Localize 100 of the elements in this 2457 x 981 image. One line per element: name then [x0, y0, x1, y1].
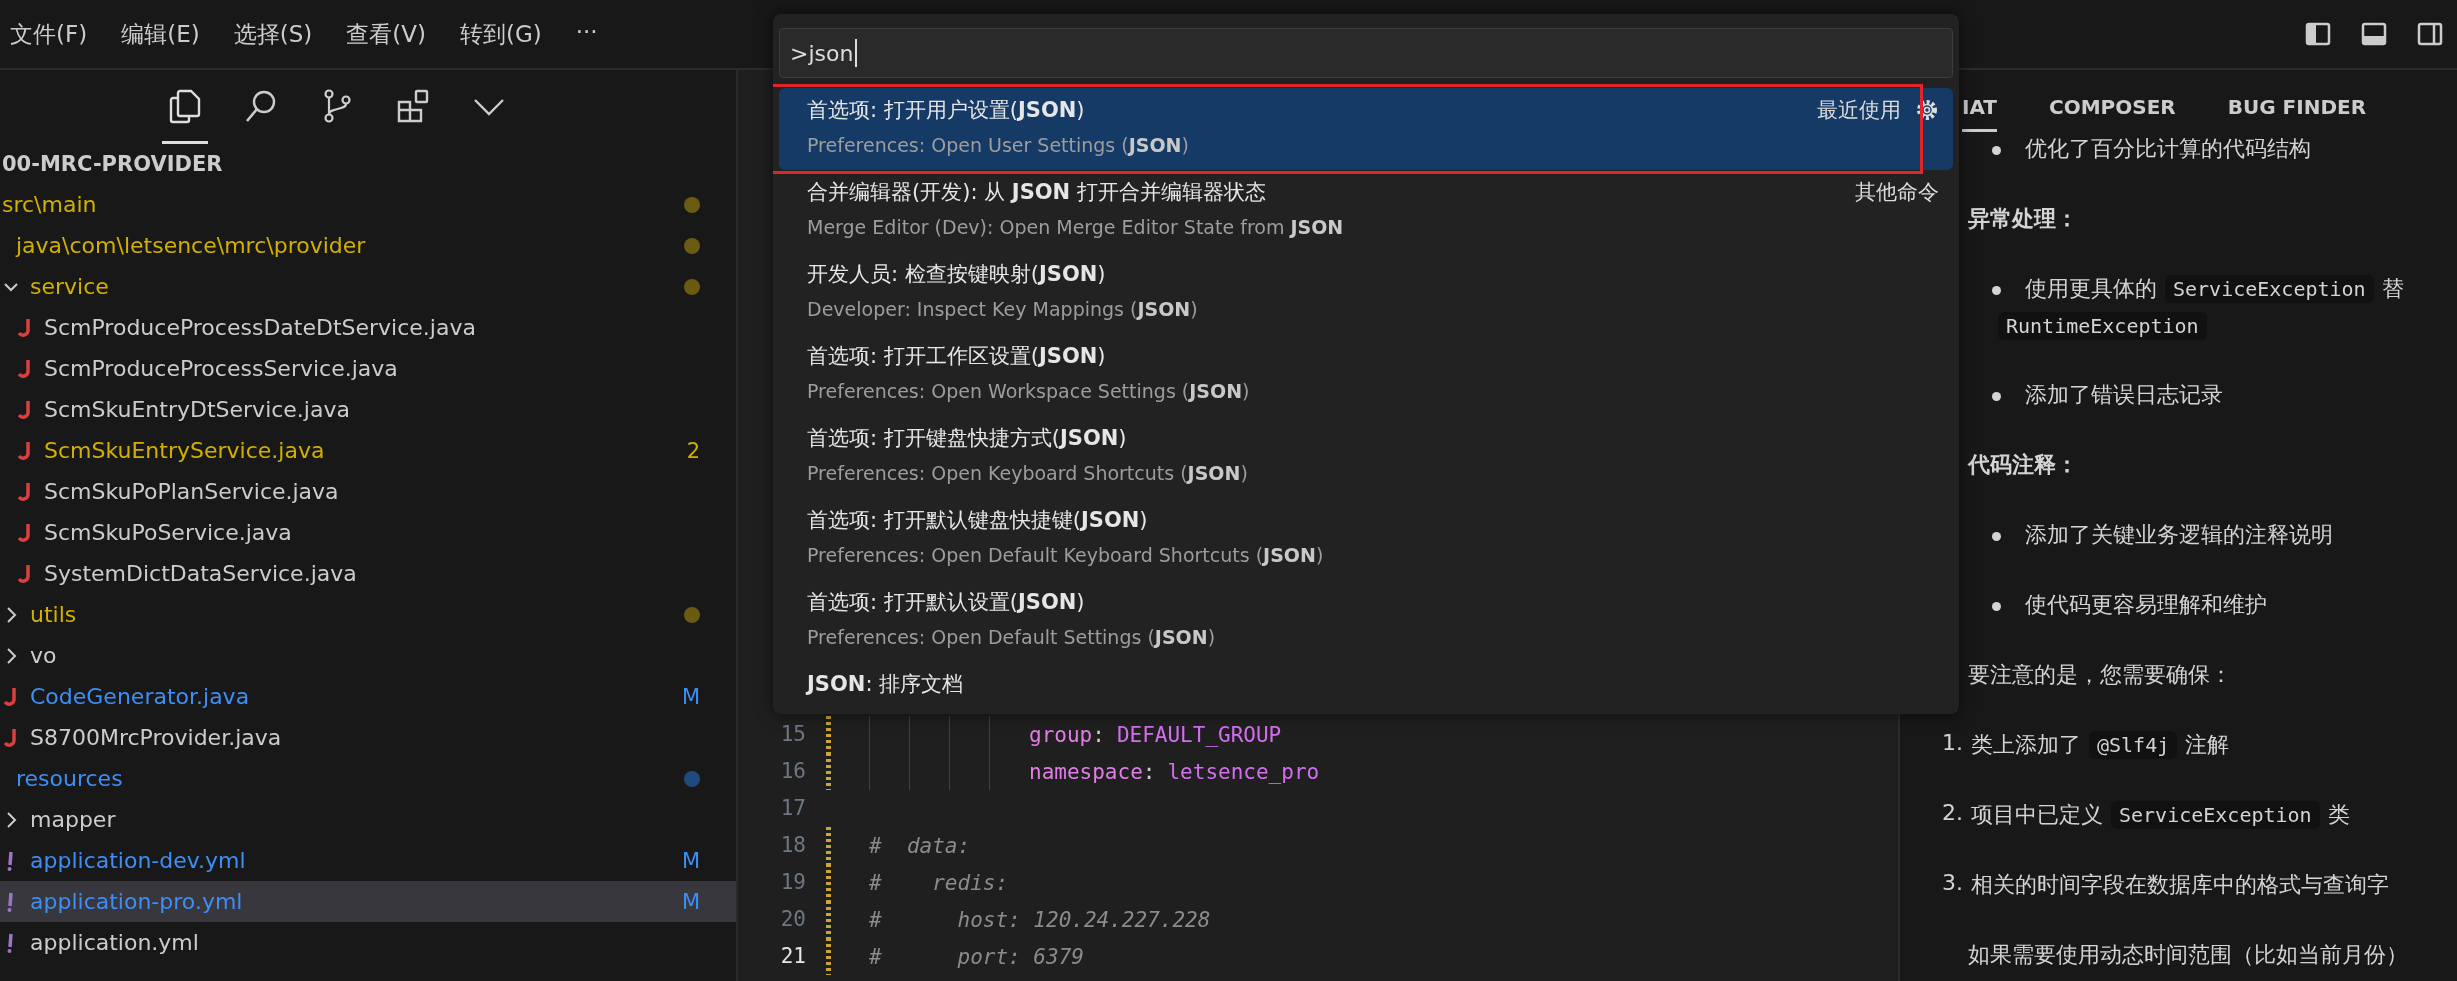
panel-toggle-icon[interactable]	[2361, 21, 2387, 47]
command-item[interactable]: 开发人员: 检查按键映射(JSON) Developer: Inspect Key Mappings (JSON)	[779, 252, 1953, 334]
tree-item[interactable]: ScmSkuPoService.java	[0, 512, 736, 553]
java-file-icon	[4, 685, 18, 708]
bullet-icon	[1992, 392, 2001, 401]
tree-item[interactable]: application.yml	[0, 922, 736, 963]
tree-item[interactable]: ScmSkuEntryService.java 2	[0, 430, 736, 471]
command-title: 首选项: 打开工作区设置(JSON)	[807, 343, 1107, 370]
status-dot	[684, 770, 700, 787]
inline-code: @Slf4j	[2089, 731, 2178, 759]
tree-item[interactable]: mapper	[0, 799, 736, 840]
tree-item[interactable]: resources	[0, 758, 736, 799]
line-number: 21	[779, 943, 806, 970]
folder-name: utils	[30, 602, 77, 627]
folder-name: resources	[16, 766, 123, 791]
command-title: JSON: 排序文档	[807, 671, 965, 698]
chat-text: 添加了关键业务逻辑的注释说明	[2025, 521, 2333, 549]
java-file-icon	[4, 726, 18, 749]
command-item[interactable]: 合并编辑器(开发): 从 JSON 打开合并编辑器状态 其他命令 Merge Editor (Dev): Open Merge Editor State from JSON	[779, 170, 1953, 252]
tree-item[interactable]: ScmSkuEntryDtService.java	[0, 389, 736, 430]
command-title: 开发人员: 检查按键映射(JSON)	[807, 261, 1107, 288]
tree-item[interactable]: ScmSkuPoPlanService.java	[0, 471, 736, 512]
tree-item[interactable]: java\com\letsence\mrc\provider	[0, 225, 736, 266]
tree-item[interactable]: utils	[0, 594, 736, 635]
line-number: 20	[779, 906, 806, 933]
tree-item[interactable]: src\main	[0, 184, 736, 225]
java-file-icon	[18, 398, 32, 421]
line-number: 18	[779, 832, 806, 859]
folder-name: src\main	[2, 192, 97, 217]
java-file-icon	[18, 357, 32, 380]
inline-code: RuntimeException	[1998, 312, 2207, 340]
code-comment: # redis:	[869, 870, 1009, 895]
files-icon	[168, 87, 202, 124]
chat-text: 类	[2327, 801, 2350, 829]
command-title: 首选项: 打开默认键盘快捷键(JSON)	[807, 507, 1149, 534]
list-number: 2.	[1942, 800, 1963, 825]
command-title: 首选项: 打开键盘快捷方式(JSON)	[807, 425, 1128, 452]
command-title: 首选项: 打开用户设置(JSON)	[807, 97, 1086, 124]
command-subtitle: Developer: Inspect Key Mappings (JSON)	[806, 297, 1199, 322]
file-name: application.yml	[30, 930, 199, 955]
chat-text: 类上添加了	[1971, 731, 2081, 759]
command-group-label: 其他命令	[1855, 179, 1939, 206]
chat-text: 注解	[2185, 731, 2230, 759]
tree-item[interactable]: CodeGenerator.java M	[0, 676, 736, 717]
command-item[interactable]: 首选项: 打开默认键盘快捷键(JSON) Preferences: Open Default Keyboard Shortcuts (JSON)	[779, 498, 1953, 580]
git-status-label: M	[681, 889, 700, 914]
file-name: ScmProduceProcessService.java	[44, 356, 398, 381]
chat-tab[interactable]: IAT	[1962, 80, 1997, 132]
tree-item[interactable]: application-dev.yml M	[0, 840, 736, 881]
menu-item[interactable]: 查看(V)	[346, 18, 426, 50]
menu-item[interactable]: 编辑(E)	[121, 18, 200, 50]
tree-item[interactable]: ScmProduceProcessService.java	[0, 348, 736, 389]
line-number: 16	[779, 758, 806, 785]
code-comment: # data:	[869, 833, 971, 858]
gear-icon[interactable]	[1915, 98, 1939, 122]
file-name: ScmSkuPoService.java	[44, 520, 292, 545]
status-dot	[684, 606, 700, 623]
code-key: group	[1029, 722, 1093, 747]
menu-item[interactable]: 文件(F)	[10, 18, 88, 50]
git-status-label: 2	[686, 438, 700, 463]
java-file-icon	[18, 521, 32, 544]
bullet-icon	[1992, 146, 2001, 155]
sidebar-toggle-icon[interactable]	[2305, 21, 2331, 47]
section-heading: 代码注释：	[1968, 451, 2078, 479]
chat-tab[interactable]: BUG FINDER	[2227, 80, 2367, 132]
extensions-icon	[396, 87, 430, 124]
command-item[interactable]: 首选项: 打开默认设置(JSON) Preferences: Open Default Settings (JSON)	[779, 580, 1953, 662]
explorer-title: 00-MRC-PROVIDER	[1, 151, 224, 178]
chat-tab[interactable]: COMPOSER	[2049, 80, 2176, 132]
java-file-icon	[18, 480, 32, 503]
command-subtitle: Preferences: Open Keyboard Shortcuts (JSON)	[806, 461, 1249, 486]
menu-item[interactable]: 选择(S)	[233, 18, 313, 50]
command-item[interactable]: 首选项: 打开键盘快捷方式(JSON) Preferences: Open Keyboard Shortcuts (JSON)	[779, 416, 1953, 498]
chat-text: 如果需要使用动态时间范围（比如当前月份）	[1968, 941, 2408, 969]
menu-item[interactable]: 转到(G)	[459, 18, 542, 50]
bullet-icon	[1992, 286, 2001, 295]
command-group-label: 最近使用	[1817, 97, 1901, 124]
folder-name: service	[30, 274, 109, 299]
code-colon: :	[1092, 722, 1105, 747]
java-file-icon	[18, 316, 32, 339]
command-subtitle: Preferences: Open User Settings (JSON)	[806, 133, 1190, 158]
folder-name: mapper	[30, 807, 116, 832]
tree-item[interactable]: service	[0, 266, 736, 307]
line-number: 15	[779, 721, 806, 748]
tree-item[interactable]: application-pro.yml M	[0, 881, 736, 922]
chat-text: 替	[2381, 275, 2404, 303]
chat-text: 项目中已定义	[1971, 801, 2103, 829]
command-input[interactable]: >json	[779, 28, 1953, 78]
tree-item[interactable]: S8700MrcProvider.java	[0, 717, 736, 758]
folder-name: java\com\letsence\mrc\provider	[16, 233, 366, 258]
folder-name: vo	[30, 643, 57, 668]
tree-item[interactable]: ScmProduceProcessDateDtService.java	[0, 307, 736, 348]
menu-item[interactable]: ···	[575, 18, 598, 50]
command-item[interactable]: JSON: 排序文档	[779, 662, 1953, 708]
tree-item[interactable]: vo	[0, 635, 736, 676]
file-name: CodeGenerator.java	[30, 684, 250, 709]
tree-item[interactable]: SystemDictDataService.java	[0, 553, 736, 594]
secondary-sidebar-toggle-icon[interactable]	[2417, 21, 2443, 47]
command-item[interactable]: 首选项: 打开工作区设置(JSON) Preferences: Open Workspace Settings (JSON)	[779, 334, 1953, 416]
inline-code: ServiceException	[2165, 275, 2374, 303]
